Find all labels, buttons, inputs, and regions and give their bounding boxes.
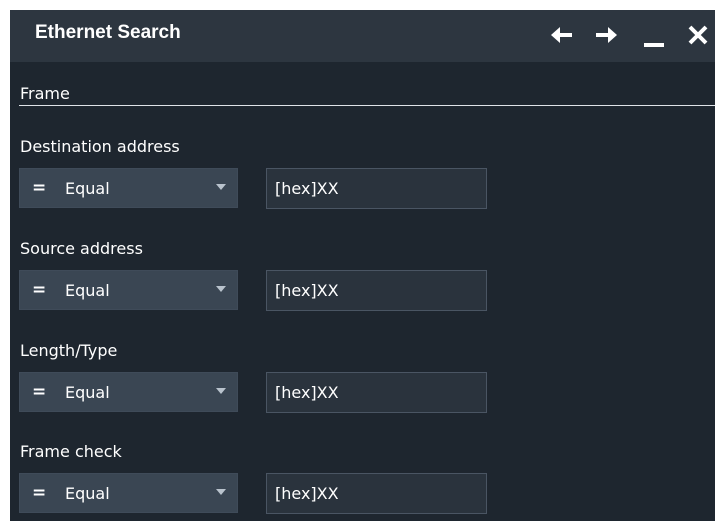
destination-address-operator-select[interactable]: = Equal — [19, 168, 238, 208]
operator-value: Equal — [65, 281, 110, 300]
equal-symbol: = — [32, 178, 47, 198]
section-divider — [19, 105, 715, 106]
input-value: [hex]XX — [275, 281, 339, 300]
dialog-title: Ethernet Search — [35, 22, 181, 43]
equal-symbol: = — [32, 280, 47, 300]
operator-value: Equal — [65, 383, 110, 402]
operator-value: Equal — [65, 484, 110, 503]
close-icon[interactable] — [684, 21, 712, 49]
frame-check-input[interactable]: [hex]XX — [266, 473, 487, 514]
title-bar[interactable]: Ethernet Search — [10, 10, 715, 62]
chevron-down-icon — [216, 184, 226, 190]
source-address-label: Source address — [20, 239, 143, 258]
input-value: [hex]XX — [275, 179, 339, 198]
frame-check-label: Frame check — [20, 442, 122, 461]
input-value: [hex]XX — [275, 383, 339, 402]
source-address-input[interactable]: [hex]XX — [266, 270, 487, 311]
length-type-operator-select[interactable]: = Equal — [19, 372, 238, 412]
operator-value: Equal — [65, 179, 110, 198]
length-type-label: Length/Type — [20, 341, 118, 360]
equal-symbol: = — [32, 382, 47, 402]
destination-address-input[interactable]: [hex]XX — [266, 168, 487, 209]
chevron-down-icon — [216, 489, 226, 495]
equal-symbol: = — [32, 483, 47, 503]
chevron-down-icon — [216, 286, 226, 292]
minimize-icon[interactable] — [641, 21, 669, 49]
destination-address-label: Destination address — [20, 137, 180, 156]
arrow-left-icon[interactable] — [548, 21, 576, 49]
length-type-input[interactable]: [hex]XX — [266, 372, 487, 413]
ethernet-search-dialog: Ethernet Search Frame Destination addres… — [10, 10, 715, 521]
chevron-down-icon — [216, 388, 226, 394]
arrow-right-icon[interactable] — [592, 21, 620, 49]
frame-check-operator-select[interactable]: = Equal — [19, 473, 238, 513]
source-address-operator-select[interactable]: = Equal — [19, 270, 238, 310]
section-frame-label: Frame — [20, 84, 70, 103]
input-value: [hex]XX — [275, 484, 339, 503]
